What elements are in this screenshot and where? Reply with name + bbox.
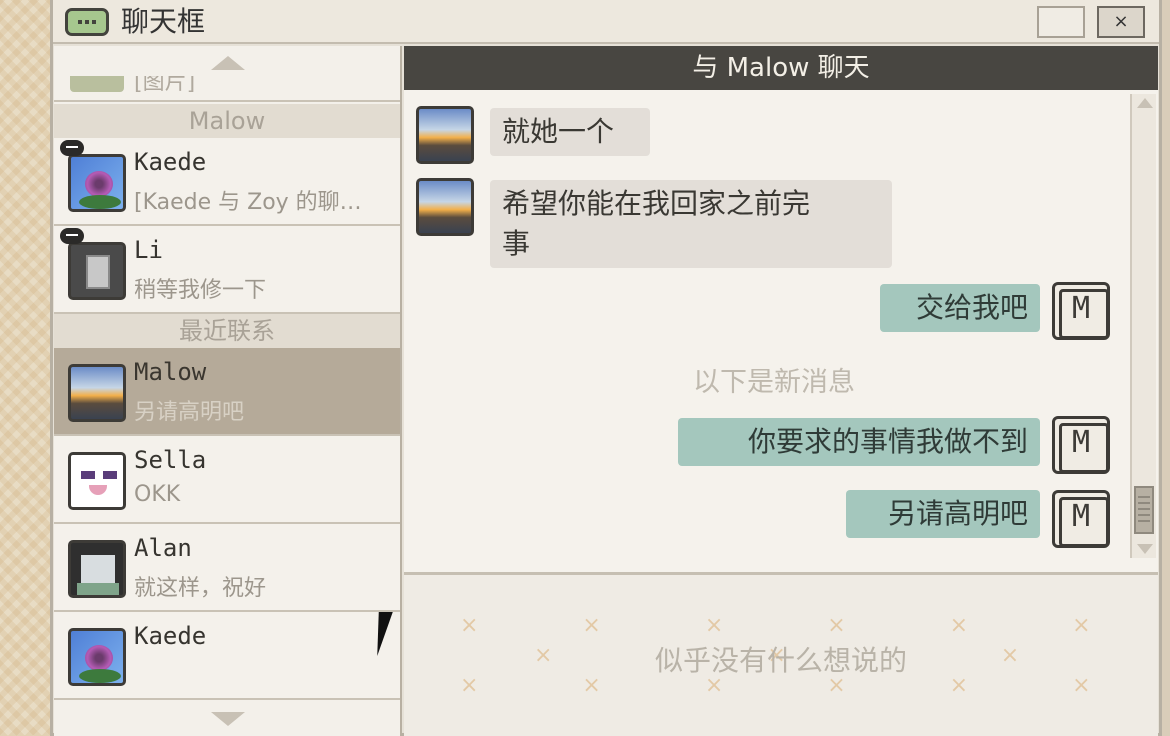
contact-item-kaede[interactable]: Kaede [Kaede 与 Zoy 的聊… [54, 138, 400, 226]
contact-item-alan[interactable]: Alan 就这样，祝好 [54, 524, 400, 612]
avatar [68, 628, 126, 686]
contact-name: Kaede [134, 148, 207, 176]
avatar [68, 452, 126, 510]
avatar [68, 364, 126, 422]
contact-item-kaede-2[interactable]: Kaede [54, 612, 400, 700]
maximize-button[interactable] [1037, 6, 1085, 38]
contact-list: [图片] Malow Kaede [Kaede 与 Zoy 的聊… Li 稍等我… [54, 46, 402, 736]
window-title: 聊天框 [121, 5, 206, 38]
contact-preview: 就这样，祝好 [134, 576, 267, 601]
contact-item-li[interactable]: Li 稍等我修一下 [54, 226, 400, 314]
status-badge [60, 140, 84, 156]
avatar [416, 178, 474, 236]
scroll-down-button[interactable] [54, 698, 400, 728]
self-avatar: M [1052, 416, 1110, 474]
chevron-down-icon[interactable] [1137, 544, 1153, 554]
contact-name: Kaede [134, 622, 207, 650]
message-bubble-incoming: 希望你能在我回家之前完 事 [490, 180, 892, 268]
avatar [416, 106, 474, 164]
title-bar[interactable]: 聊天框 × [53, 0, 1159, 44]
contact-name: Malow [134, 358, 207, 386]
chevron-up-icon[interactable] [1137, 98, 1153, 108]
message-input[interactable]: × × × × × × × × × × × × × × × × × × × × … [404, 572, 1158, 736]
chevron-down-icon [211, 712, 245, 726]
section-header-recent: 最近联系 [54, 314, 400, 348]
contact-item-sella[interactable]: Sella OKK [54, 436, 400, 524]
message-bubble-incoming: 就她一个 [490, 108, 650, 156]
contact-name: Alan [134, 534, 192, 562]
avatar [68, 154, 126, 212]
new-messages-divider: 以下是新消息 [693, 367, 855, 398]
avatar [68, 242, 126, 300]
status-badge [60, 228, 84, 244]
contact-preview: [Kaede 与 Zoy 的聊… [134, 190, 362, 215]
contact-preview: 另请高明吧 [134, 400, 245, 425]
contact-name: Li [134, 236, 163, 264]
input-placeholder: 似乎没有什么想说的 [654, 644, 907, 677]
message-bubble-outgoing: 你要求的事情我做不到 [678, 418, 1040, 466]
contact-name: Sella [134, 446, 207, 474]
self-avatar: M [1052, 490, 1110, 548]
avatar [68, 540, 126, 598]
contact-preview: OKK [134, 482, 181, 507]
message-bubble-outgoing: 另请高明吧 [846, 490, 1040, 538]
contact-item-partial[interactable]: [图片] [54, 76, 400, 102]
chevron-up-icon [211, 56, 245, 70]
mouse-cursor-icon [377, 612, 393, 656]
scrollbar-thumb[interactable] [1134, 486, 1154, 534]
contact-preview: [图片] [134, 76, 196, 95]
close-button[interactable]: × [1097, 6, 1145, 38]
message-bubble-outgoing: 交给我吧 [880, 284, 1040, 332]
contact-item-malow[interactable]: Malow 另请高明吧 [54, 348, 400, 436]
message-list[interactable]: 就她一个 希望你能在我回家之前完 事 交给我吧 M 以下是新消息 你要求的事情我… [404, 90, 1158, 572]
section-header-malow: Malow [54, 104, 400, 138]
scroll-up-button[interactable] [54, 46, 400, 76]
avatar [70, 76, 124, 92]
chat-bubble-icon [65, 8, 109, 36]
message-scrollbar[interactable] [1130, 94, 1156, 558]
chat-header: 与 Malow 聊天 [404, 46, 1158, 90]
self-avatar: M [1052, 282, 1110, 340]
contact-preview: 稍等我修一下 [134, 278, 267, 303]
